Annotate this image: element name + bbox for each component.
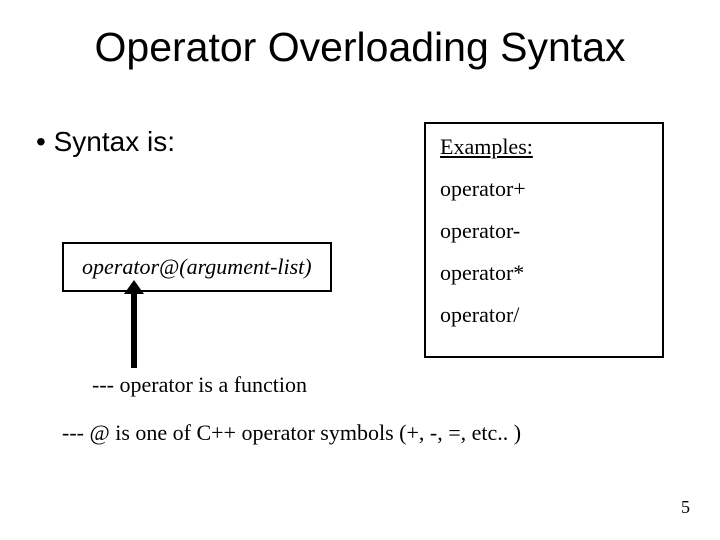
note-at-symbol-explanation: --- @ is one of C++ operator symbols (+,… xyxy=(62,420,521,446)
syntax-definition-text: operator@(argument-list) xyxy=(82,254,312,280)
examples-header: Examples: xyxy=(440,134,648,160)
example-item: operator* xyxy=(440,260,648,286)
bullet-syntax-is: Syntax is: xyxy=(36,126,175,158)
note-operator-is-function: --- operator is a function xyxy=(92,372,307,398)
example-item: operator- xyxy=(440,218,648,244)
examples-box: Examples: operator+ operator- operator* … xyxy=(424,122,664,358)
slide: Operator Overloading Syntax Syntax is: o… xyxy=(0,0,720,540)
slide-title: Operator Overloading Syntax xyxy=(0,24,720,71)
example-item: operator/ xyxy=(440,302,648,328)
arrow-up-icon xyxy=(131,292,137,368)
syntax-definition-box: operator@(argument-list) xyxy=(62,242,332,292)
example-item: operator+ xyxy=(440,176,648,202)
page-number: 5 xyxy=(681,497,690,518)
